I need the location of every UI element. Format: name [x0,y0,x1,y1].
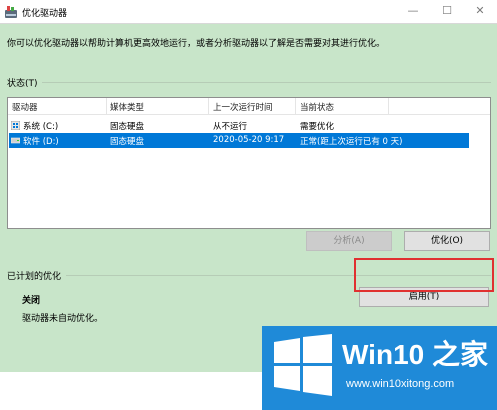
table-header: 驱动器 媒体类型 上一次运行时间 当前状态 [8,98,490,115]
column-divider [388,98,389,115]
drive-name: 系统 (C:) [23,122,59,132]
close-button[interactable]: ✕ [463,0,497,24]
optimize-button[interactable]: 优化(O) [404,231,490,251]
description-text: 你可以优化驱动器以帮助计算机更高效地运行，或者分析驱动器以了解是否需要对其进行优… [7,39,386,49]
last-run: 2020-05-20 9:17 [213,135,285,145]
media-type: 固态硬盘 [110,137,145,147]
defrag-app-icon [5,6,17,18]
drive-icon [11,137,20,144]
schedule-state: 关闭 [22,296,41,306]
media-type: 固态硬盘 [110,122,145,132]
watermark-title: Win10 之家 [342,339,488,370]
column-header-media[interactable]: 媒体类型 [110,101,144,113]
watermark-url: www.win10xitong.com [346,378,455,390]
window-title: 优化驱动器 [22,9,68,19]
optimize-drives-window: 优化驱动器 — ☐ ✕ 你可以优化驱动器以帮助计算机更高效地运行，或者分析驱动器… [0,0,497,410]
analyze-button[interactable]: 分析(A) [306,231,392,251]
maximize-button[interactable]: ☐ [430,0,464,24]
status-separator [42,82,491,83]
column-header-drive[interactable]: 驱动器 [12,101,38,113]
table-row[interactable]: 系统 (C:) 固态硬盘 从不运行 需要优化 [9,118,469,133]
drive-name: 软件 (D:) [23,137,59,147]
last-run: 从不运行 [213,122,248,132]
windows-drive-icon [11,121,20,130]
scheduled-section-label: 已计划的优化 [7,272,62,282]
drives-table[interactable]: 驱动器 媒体类型 上一次运行时间 当前状态 系统 (C:) 固态硬盘 从不运行 … [7,97,491,229]
drive-status: 需要优化 [300,122,335,132]
column-divider [106,98,107,115]
watermark-badge: Win10 之家 www.win10xitong.com [262,326,497,410]
column-header-last-run[interactable]: 上一次运行时间 [213,101,273,113]
highlight-annotation [354,258,494,292]
schedule-detail: 驱动器未自动优化。 [22,314,104,324]
drive-status: 正常(距上次运行已有 0 天) [300,137,403,147]
minimize-button[interactable]: — [396,0,430,24]
column-divider [295,98,296,115]
column-header-status[interactable]: 当前状态 [300,101,334,113]
table-row-selected[interactable]: 软件 (D:) 固态硬盘 2020-05-20 9:17 正常(距上次运行已有 … [9,133,469,148]
windows-logo-icon [274,334,332,396]
column-divider [208,98,209,115]
title-bar[interactable]: 优化驱动器 — ☐ ✕ [0,0,497,24]
status-section-label: 状态(T) [7,79,38,89]
